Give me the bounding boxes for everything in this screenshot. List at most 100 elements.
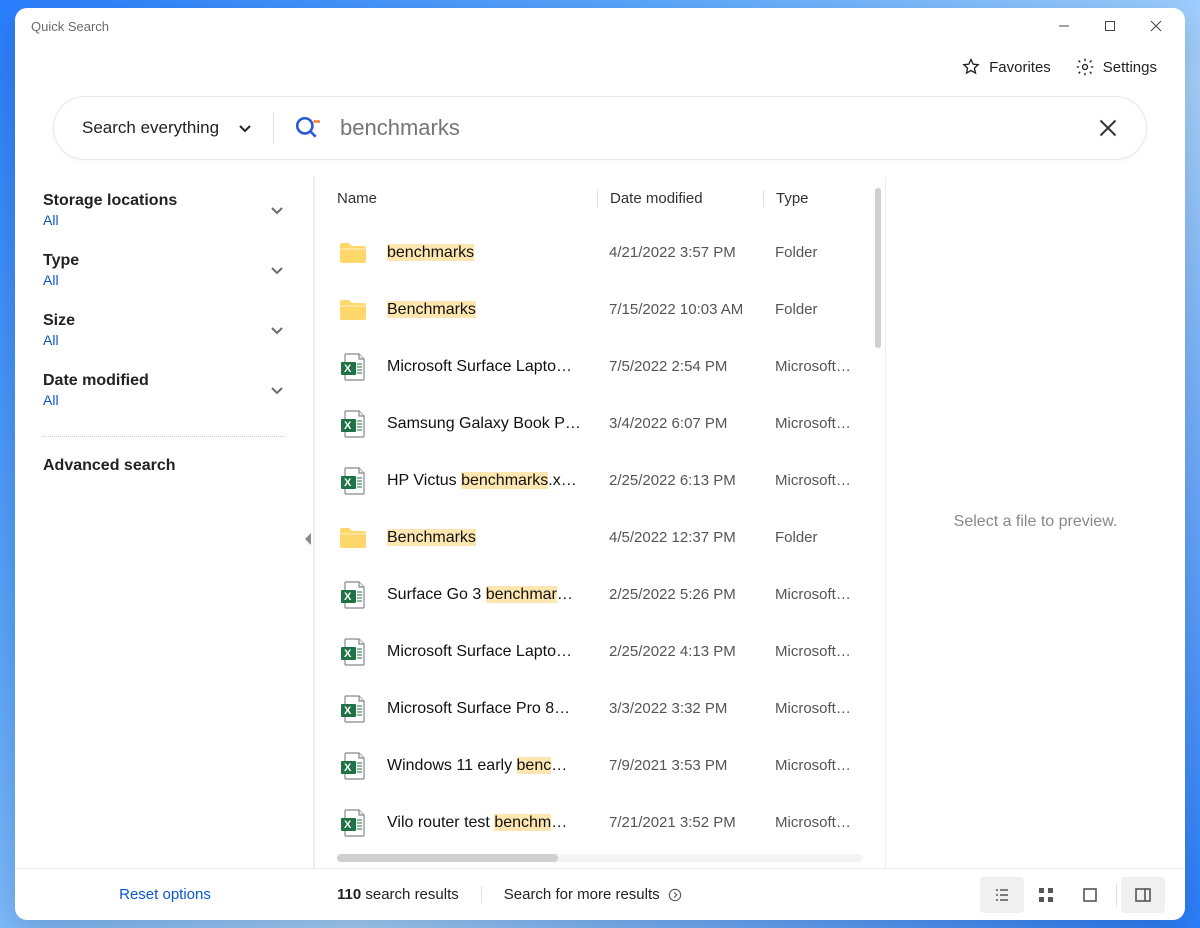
advanced-search-link[interactable]: Advanced search — [43, 457, 285, 475]
preview-placeholder: Select a file to preview. — [954, 513, 1118, 531]
column-type[interactable]: Type — [763, 190, 863, 207]
result-date: 3/4/2022 6:07 PM — [597, 415, 763, 432]
result-type: Folder — [763, 301, 855, 318]
search-more-label: Search for more results — [504, 886, 660, 903]
result-date: 7/5/2022 2:54 PM — [597, 358, 763, 375]
filter-date-modified[interactable]: Date modifiedAll — [43, 372, 285, 408]
clear-search-button[interactable] — [1098, 118, 1118, 138]
horizontal-scrollbar[interactable] — [337, 854, 863, 862]
svg-text:X: X — [344, 762, 352, 774]
results-list[interactable]: benchmarks4/21/2022 3:57 PMFolderBenchma… — [315, 220, 885, 854]
view-single-button[interactable] — [1068, 877, 1112, 913]
result-type: Microsoft Ex — [763, 358, 855, 375]
reset-options-link[interactable]: Reset options — [15, 886, 315, 903]
column-date[interactable]: Date modified — [597, 190, 763, 207]
folder-icon — [337, 522, 369, 554]
top-toolbar: Favorites Settings — [15, 44, 1185, 90]
titlebar: Quick Search — [15, 8, 1185, 44]
result-date: 4/21/2022 3:57 PM — [597, 244, 763, 261]
excel-file-icon: X — [337, 807, 369, 839]
result-type: Microsoft Ex — [763, 700, 855, 717]
svg-text:X: X — [344, 648, 352, 660]
favorites-button[interactable]: Favorites — [961, 57, 1051, 77]
chevron-right-circle-icon — [668, 888, 682, 902]
collapse-sidebar-button[interactable] — [303, 531, 313, 547]
view-preview-toggle[interactable] — [1121, 877, 1165, 913]
result-date: 2/25/2022 5:26 PM — [597, 586, 763, 603]
search-input[interactable] — [340, 115, 1078, 141]
gear-icon — [1075, 57, 1095, 77]
excel-file-icon: X — [337, 351, 369, 383]
chevron-down-icon — [237, 120, 253, 136]
result-row[interactable]: XSamsung Galaxy Book P…3/4/2022 6:07 PMM… — [315, 395, 877, 452]
result-type: Microsoft Ex — [763, 472, 855, 489]
excel-file-icon: X — [337, 750, 369, 782]
minimize-icon — [1058, 20, 1070, 32]
filter-type[interactable]: TypeAll — [43, 252, 285, 288]
view-grid-button[interactable] — [1024, 877, 1068, 913]
result-row[interactable]: XMicrosoft Surface Pro 8…3/3/2022 3:32 P… — [315, 680, 877, 737]
result-row[interactable]: XVilo router test benchm…7/21/2021 3:52 … — [315, 794, 877, 851]
result-row[interactable]: Benchmarks7/15/2022 10:03 AMFolder — [315, 281, 877, 338]
close-button[interactable] — [1133, 10, 1179, 42]
result-date: 7/9/2021 3:53 PM — [597, 757, 763, 774]
result-date: 4/5/2022 12:37 PM — [597, 529, 763, 546]
svg-text:X: X — [344, 819, 352, 831]
result-name: Benchmarks — [387, 301, 597, 319]
excel-file-icon: X — [337, 693, 369, 725]
chevron-down-icon — [269, 262, 285, 278]
close-icon — [1150, 20, 1162, 32]
result-row[interactable]: XWindows 11 early benc…7/9/2021 3:53 PMM… — [315, 737, 877, 794]
result-name: Microsoft Surface Lapto… — [387, 358, 597, 376]
filter-storage-locations[interactable]: Storage locationsAll — [43, 192, 285, 228]
result-name: Samsung Galaxy Book P… — [387, 415, 597, 433]
result-type: Microsoft Ex — [763, 757, 855, 774]
filter-size[interactable]: Size All — [43, 312, 285, 348]
chevron-down-icon — [269, 382, 285, 398]
result-row[interactable]: X Microsoft Surface Lapto…7/5/2022 2:54 P… — [315, 338, 877, 395]
result-type: Microsoft Ex — [763, 814, 855, 831]
svg-text:X: X — [344, 477, 352, 489]
result-name: HP Victus benchmarks.x… — [387, 472, 597, 490]
settings-label: Settings — [1103, 59, 1157, 76]
chevron-down-icon — [269, 322, 285, 338]
filter-title: Date modified — [43, 372, 269, 390]
result-row[interactable]: XSurface Go 3 benchmar…2/25/2022 5:26 PM… — [315, 566, 877, 623]
folder-icon — [337, 237, 369, 269]
filter-title: Storage locations — [43, 192, 269, 210]
filter-title: Size — [43, 312, 269, 330]
star-icon — [961, 57, 981, 77]
result-type: Folder — [763, 244, 855, 261]
result-row[interactable]: XMicrosoft Surface Lapto…2/25/2022 4:13 … — [315, 623, 877, 680]
settings-button[interactable]: Settings — [1075, 57, 1157, 77]
svg-text:X: X — [344, 705, 352, 717]
filter-value: All — [43, 332, 269, 348]
column-name[interactable]: Name — [337, 190, 597, 207]
search-scope-dropdown[interactable]: Search everything — [82, 118, 253, 138]
result-date: 2/25/2022 6:13 PM — [597, 472, 763, 489]
favorites-label: Favorites — [989, 59, 1051, 76]
search-more-link[interactable]: Search for more results — [481, 886, 704, 903]
result-date: 7/21/2021 3:52 PM — [597, 814, 763, 831]
filter-title: Type — [43, 252, 269, 270]
maximize-button[interactable] — [1087, 10, 1133, 42]
svg-text:X: X — [344, 363, 352, 375]
view-mode-buttons — [980, 877, 1165, 913]
result-name: benchmarks — [387, 244, 597, 262]
result-row[interactable]: benchmarks4/21/2022 3:57 PMFolder — [315, 224, 877, 281]
result-name: Benchmarks — [387, 529, 597, 547]
result-count-number: 110 — [337, 886, 361, 903]
search-bar: Search everything — [53, 96, 1147, 160]
result-name: Surface Go 3 benchmar… — [387, 586, 597, 604]
view-list-button[interactable] — [980, 877, 1024, 913]
vertical-scrollbar[interactable] — [875, 220, 881, 348]
result-row[interactable]: X HP Victus benchmarks.x…2/25/2022 6:13 P… — [315, 452, 877, 509]
result-count-label: search results — [365, 886, 458, 903]
window-title: Quick Search — [31, 19, 109, 34]
excel-file-icon: X — [337, 408, 369, 440]
result-name: Microsoft Surface Lapto… — [387, 643, 597, 661]
result-row[interactable]: Benchmarks4/5/2022 12:37 PMFolder — [315, 509, 877, 566]
minimize-button[interactable] — [1041, 10, 1087, 42]
chevron-down-icon — [269, 202, 285, 218]
excel-file-icon: X — [337, 636, 369, 668]
